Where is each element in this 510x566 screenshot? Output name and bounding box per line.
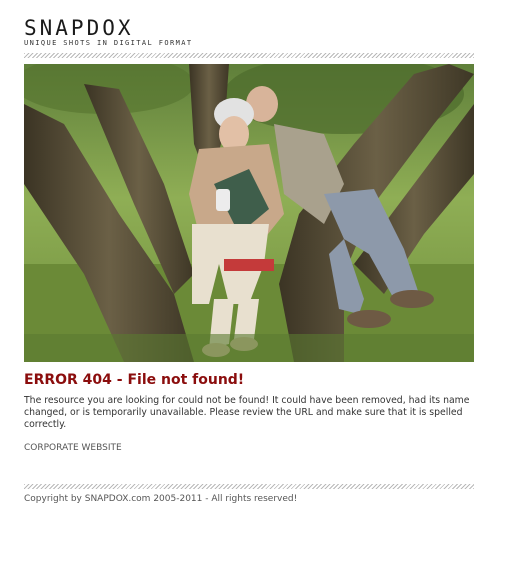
- site-logo[interactable]: SNAPDOX: [24, 18, 192, 39]
- elderly-couple-under-tree-image: [24, 64, 474, 362]
- footer-divider: [24, 484, 474, 489]
- hero-photo: [24, 64, 474, 362]
- copyright-text: Copyright by SNAPDOX.com 2005-2011 - All…: [24, 494, 298, 504]
- error-title: ERROR 404 - File not found!: [24, 372, 245, 388]
- error-message: The resource you are looking for could n…: [24, 395, 470, 430]
- site-header: SNAPDOX UNIQUE SHOTS IN DIGITAL FORMAT: [24, 18, 193, 48]
- header-divider: [24, 53, 474, 58]
- corporate-website-link[interactable]: CORPORATE WEBSITE: [24, 443, 122, 453]
- site-tagline: UNIQUE SHOTS IN DIGITAL FORMAT: [24, 39, 193, 47]
